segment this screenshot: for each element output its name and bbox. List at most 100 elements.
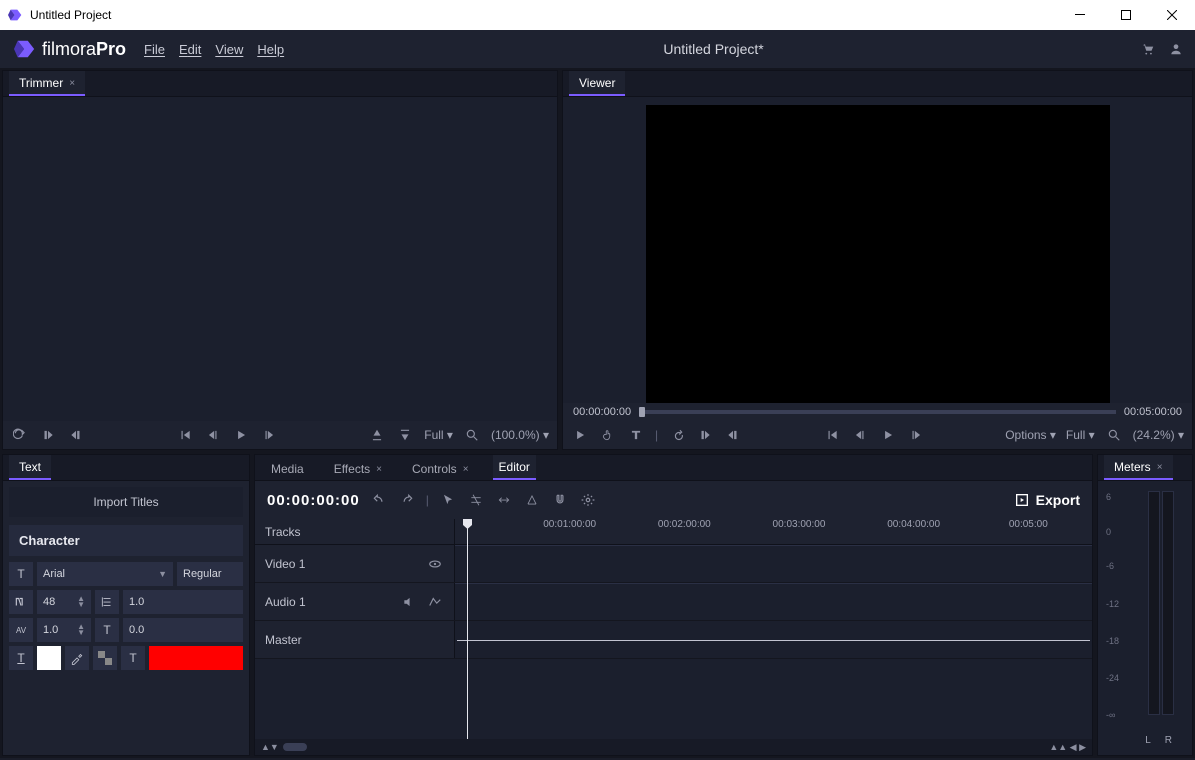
export-button[interactable]: Export <box>1014 492 1080 508</box>
eye-icon[interactable] <box>426 555 444 573</box>
font-select[interactable]: Arial▼ <box>37 562 173 586</box>
in-point-icon[interactable] <box>39 426 57 444</box>
outline-color[interactable] <box>149 646 243 670</box>
viewer-time-start: 00:00:00:00 <box>573 406 631 418</box>
close-button[interactable] <box>1149 0 1195 30</box>
user-icon[interactable] <box>1167 40 1185 58</box>
tick: 00:04:00:00 <box>887 519 940 530</box>
slider-knob[interactable] <box>639 407 645 417</box>
logo-icon <box>14 38 36 60</box>
tab-text[interactable]: Text <box>9 455 51 480</box>
close-icon[interactable]: × <box>376 464 382 475</box>
go-start-icon[interactable] <box>176 426 194 444</box>
close-icon[interactable]: × <box>69 78 75 89</box>
tick: 00:03:00:00 <box>773 519 826 530</box>
eyedropper-icon[interactable] <box>65 646 89 670</box>
envelope-icon[interactable] <box>426 593 444 611</box>
step-back-icon[interactable] <box>204 426 222 444</box>
in-point-icon[interactable] <box>696 426 714 444</box>
out-point-icon[interactable] <box>724 426 742 444</box>
size-input[interactable]: 48▲▼ <box>37 590 91 614</box>
menu-file[interactable]: File <box>140 40 169 59</box>
meter-bars <box>1148 491 1174 715</box>
tick: 00:01:00:00 <box>543 519 596 530</box>
leading-input[interactable]: 1.0 <box>123 590 243 614</box>
tab-controls[interactable]: Controls× <box>406 457 475 480</box>
zoom-icon[interactable] <box>463 426 481 444</box>
loop-icon[interactable] <box>11 426 29 444</box>
meter-L: L <box>1145 735 1151 749</box>
track-label: Master <box>265 633 302 647</box>
text-icon[interactable] <box>627 426 645 444</box>
track-video1[interactable]: Video 1 <box>255 545 1092 583</box>
select-tool-icon[interactable] <box>439 491 457 509</box>
tab-editor[interactable]: Editor <box>493 455 536 480</box>
underline-icon[interactable]: T <box>9 646 33 670</box>
mark-out-icon[interactable] <box>396 426 414 444</box>
baseline-icon: T <box>95 618 119 642</box>
track-audio1[interactable]: Audio 1 <box>255 583 1092 621</box>
tab-viewer[interactable]: Viewer <box>569 71 625 96</box>
go-start-icon[interactable] <box>823 426 841 444</box>
tab-effects[interactable]: Effects× <box>328 457 388 480</box>
undo-icon[interactable] <box>370 491 388 509</box>
viewer-panel: Viewer 00:00:00:00 00:05:00:00 | <box>562 70 1193 450</box>
viewer-options[interactable]: Options ▾ <box>1005 428 1056 442</box>
loop-icon[interactable] <box>668 426 686 444</box>
minimize-button[interactable] <box>1057 0 1103 30</box>
app-logo: filmoraPro <box>14 38 126 60</box>
redo-icon[interactable] <box>398 491 416 509</box>
tab-meters[interactable]: Meters × <box>1104 455 1173 480</box>
trimmer-res[interactable]: Full ▾ <box>424 428 453 442</box>
tab-text-label: Text <box>19 460 41 474</box>
snap-icon[interactable] <box>551 491 569 509</box>
track-master[interactable]: Master <box>255 621 1092 659</box>
zoom-icon[interactable] <box>1105 426 1123 444</box>
slice-tool-icon[interactable] <box>467 491 485 509</box>
close-icon[interactable]: × <box>463 464 469 475</box>
viewer-time-end: 00:05:00:00 <box>1124 406 1182 418</box>
play-icon[interactable] <box>879 426 897 444</box>
weight-select[interactable]: Regular <box>177 562 243 586</box>
viewer-canvas[interactable] <box>646 105 1110 403</box>
play-icon[interactable] <box>571 426 589 444</box>
hand-icon[interactable] <box>599 426 617 444</box>
slip-tool-icon[interactable] <box>495 491 513 509</box>
trimmer-panel: Trimmer× Full ▾ (100.0%) ▾ <box>2 70 558 450</box>
timeline-zoom-bar[interactable]: ▲▼ ▲▲ ◀ ▶ <box>255 739 1092 755</box>
meters-panel: Meters× 6 0 -6 -12 -18 -24 -∞ LR <box>1097 454 1193 756</box>
menu-edit[interactable]: Edit <box>175 40 205 59</box>
mark-in-icon[interactable] <box>368 426 386 444</box>
maximize-button[interactable] <box>1103 0 1149 30</box>
cart-icon[interactable] <box>1139 40 1157 58</box>
timecode[interactable]: 00:00:00:00 <box>267 492 360 509</box>
checker-icon[interactable] <box>93 646 117 670</box>
viewer-res[interactable]: Full ▾ <box>1066 428 1095 442</box>
time-ruler[interactable]: 00:01:00:00 00:02:00:00 00:03:00:00 00:0… <box>455 519 1092 544</box>
rate-tool-icon[interactable] <box>523 491 541 509</box>
project-title: Untitled Project* <box>288 41 1139 57</box>
fill-color[interactable] <box>37 646 61 670</box>
step-fwd-icon[interactable] <box>907 426 925 444</box>
gear-icon[interactable] <box>579 491 597 509</box>
step-back-icon[interactable] <box>851 426 869 444</box>
speaker-icon[interactable] <box>400 593 418 611</box>
tracking-input[interactable]: 1.0▲▼ <box>37 618 91 642</box>
step-fwd-icon[interactable] <box>260 426 278 444</box>
viewer-zoom[interactable]: (24.2%) ▾ <box>1133 428 1184 442</box>
viewer-slider[interactable] <box>639 410 1116 414</box>
close-icon[interactable]: × <box>1157 462 1163 473</box>
tab-meters-label: Meters <box>1114 460 1151 474</box>
tab-trimmer[interactable]: Trimmer× <box>9 71 85 96</box>
baseline-input[interactable]: 0.0 <box>123 618 243 642</box>
menu-view[interactable]: View <box>211 40 247 59</box>
out-point-icon[interactable] <box>67 426 85 444</box>
tab-media[interactable]: Media <box>265 457 310 480</box>
play-icon[interactable] <box>232 426 250 444</box>
menu-help[interactable]: Help <box>253 40 288 59</box>
font-icon: T <box>9 562 33 586</box>
timeline[interactable]: Tracks 00:01:00:00 00:02:00:00 00:03:00:… <box>255 519 1092 739</box>
import-titles-button[interactable]: Import Titles <box>9 487 243 517</box>
outline-icon[interactable]: T <box>121 646 145 670</box>
trimmer-zoom[interactable]: (100.0%) ▾ <box>491 428 549 442</box>
